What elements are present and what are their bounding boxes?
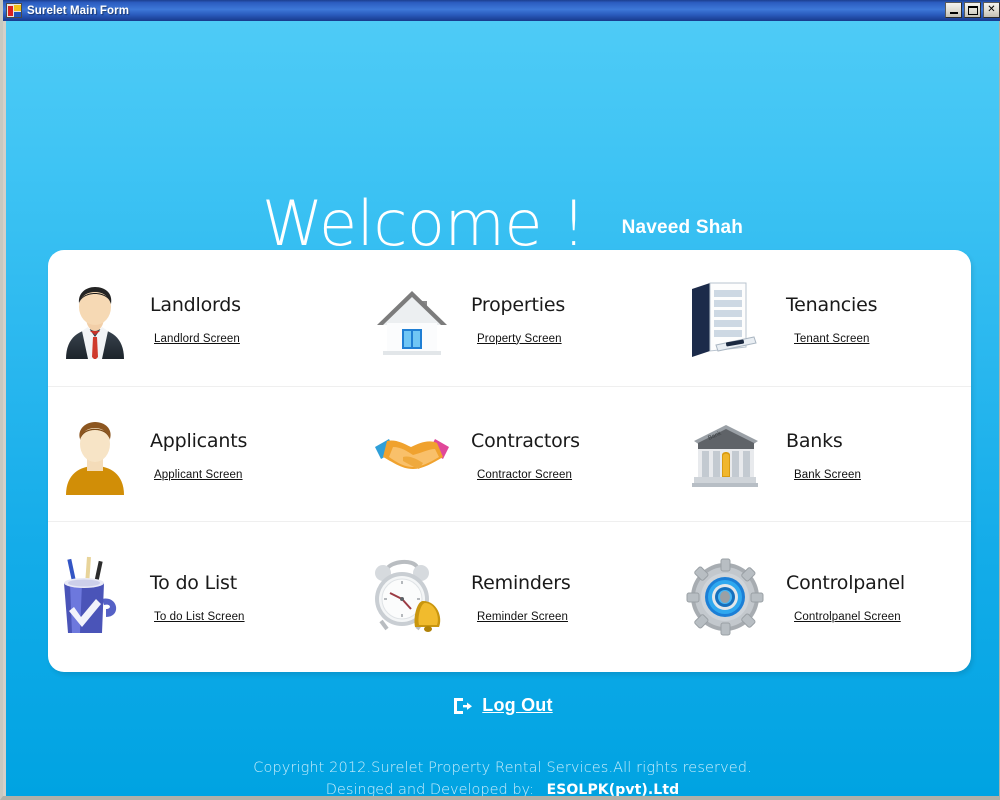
menu-item-text: Landlords Landlord Screen: [146, 277, 241, 359]
menu-item-link[interactable]: To do List Screen: [154, 611, 245, 623]
menu-item-properties[interactable]: Properties Property Screen: [365, 250, 678, 386]
menu-item-text: Banks Bank Screen: [776, 413, 861, 495]
documents-binder-icon: [686, 277, 764, 359]
logout-label: Log Out: [482, 695, 553, 715]
menu-item-title: Tenancies: [786, 293, 878, 316]
copyright-text: Copyright 2012.Surelet Property Rental S…: [253, 760, 752, 776]
menu-item-contractors[interactable]: Contractors Contractor Screen: [365, 387, 678, 521]
logout-area: Log Out: [6, 695, 999, 716]
menu-item-link[interactable]: Property Screen: [477, 333, 565, 345]
businessman-avatar-icon: [56, 277, 134, 360]
form-icon: [6, 3, 22, 18]
menu-item-text: Contractors Contractor Screen: [463, 413, 580, 495]
menu-item-link[interactable]: Reminder Screen: [477, 611, 571, 623]
menu-card: Landlords Landlord Screen Properties Pro…: [48, 250, 971, 672]
menu-item-text: To do List To do List Screen: [146, 555, 245, 637]
menu-row-2: Applicants Applicant Screen Contractors …: [48, 386, 971, 522]
menu-item-title: Contractors: [471, 429, 580, 452]
menu-item-controlpanel[interactable]: Controlpanel Controlpanel Screen: [678, 522, 971, 670]
menu-item-link[interactable]: Applicant Screen: [154, 469, 247, 481]
menu-item-link[interactable]: Controlpanel Screen: [794, 611, 905, 623]
user-name: Naveed Shah: [621, 217, 744, 238]
minimize-button[interactable]: [945, 2, 962, 18]
menu-item-text: Reminders Reminder Screen: [463, 555, 571, 637]
menu-item-landlords[interactable]: Landlords Landlord Screen: [48, 250, 365, 386]
close-icon: ✕: [987, 4, 996, 15]
title-bar: Surelet Main Form ✕: [3, 0, 1000, 21]
developed-by-line: Desinged and Developed by: ESOLPK(pvt).L…: [6, 779, 999, 796]
menu-item-title: Applicants: [150, 429, 248, 452]
menu-row-1: Landlords Landlord Screen Properties Pro…: [48, 250, 971, 386]
person-avatar-icon: [56, 413, 134, 495]
alarm-clock-bell-icon: [373, 555, 451, 637]
menu-item-link[interactable]: Contractor Screen: [477, 469, 580, 481]
menu-item-title: Banks: [786, 429, 843, 452]
application-window: Surelet Main Form ✕ Welcome ! Naveed Sha…: [0, 0, 1000, 800]
menu-item-banks[interactable]: Bank Banks Bank Screen: [678, 387, 971, 521]
window-title: Surelet Main Form: [27, 4, 130, 17]
developer-name: ESOLPK(pvt).Ltd: [546, 782, 680, 796]
menu-item-title: Landlords: [150, 293, 241, 316]
menu-item-text: Tenancies Tenant Screen: [776, 277, 878, 359]
developed-by-label: Desinged and Developed by:: [325, 782, 534, 796]
logout-door-icon: [452, 696, 473, 716]
menu-item-tenancies[interactable]: Tenancies Tenant Screen: [678, 250, 971, 386]
menu-item-title: Properties: [471, 293, 566, 316]
menu-item-text: Controlpanel Controlpanel Screen: [776, 555, 905, 637]
welcome-header: Welcome ! Naveed Shah: [6, 193, 999, 255]
pen-mug-checkmark-icon: [56, 555, 134, 637]
menu-item-reminders[interactable]: Reminders Reminder Screen: [365, 522, 678, 670]
menu-item-text: Applicants Applicant Screen: [146, 413, 247, 495]
bank-building-icon: Bank: [686, 413, 764, 495]
gear-icon: [686, 555, 764, 637]
house-icon: [373, 277, 451, 359]
menu-item-applicants[interactable]: Applicants Applicant Screen: [48, 387, 365, 521]
menu-item-link[interactable]: Landlord Screen: [154, 333, 241, 345]
handshake-icon: [373, 413, 451, 495]
menu-item-link[interactable]: Tenant Screen: [794, 333, 877, 345]
welcome-text: Welcome !: [261, 187, 586, 260]
menu-item-title: Reminders: [471, 571, 571, 594]
close-button[interactable]: ✕: [983, 2, 1000, 18]
menu-item-title: Controlpanel: [786, 571, 905, 594]
menu-item-text: Properties Property Screen: [463, 277, 565, 359]
menu-item-todo-list[interactable]: To do List To do List Screen: [48, 522, 365, 670]
menu-item-link[interactable]: Bank Screen: [794, 469, 861, 481]
menu-item-title: To do List: [150, 571, 237, 594]
menu-row-3: To do List To do List Screen Reminders R…: [48, 522, 971, 670]
logout-button[interactable]: Log Out: [452, 695, 552, 716]
window-controls: ✕: [945, 2, 1000, 18]
client-area: Welcome ! Naveed Shah Landlords Landlord…: [6, 21, 999, 796]
maximize-button[interactable]: [964, 2, 981, 18]
